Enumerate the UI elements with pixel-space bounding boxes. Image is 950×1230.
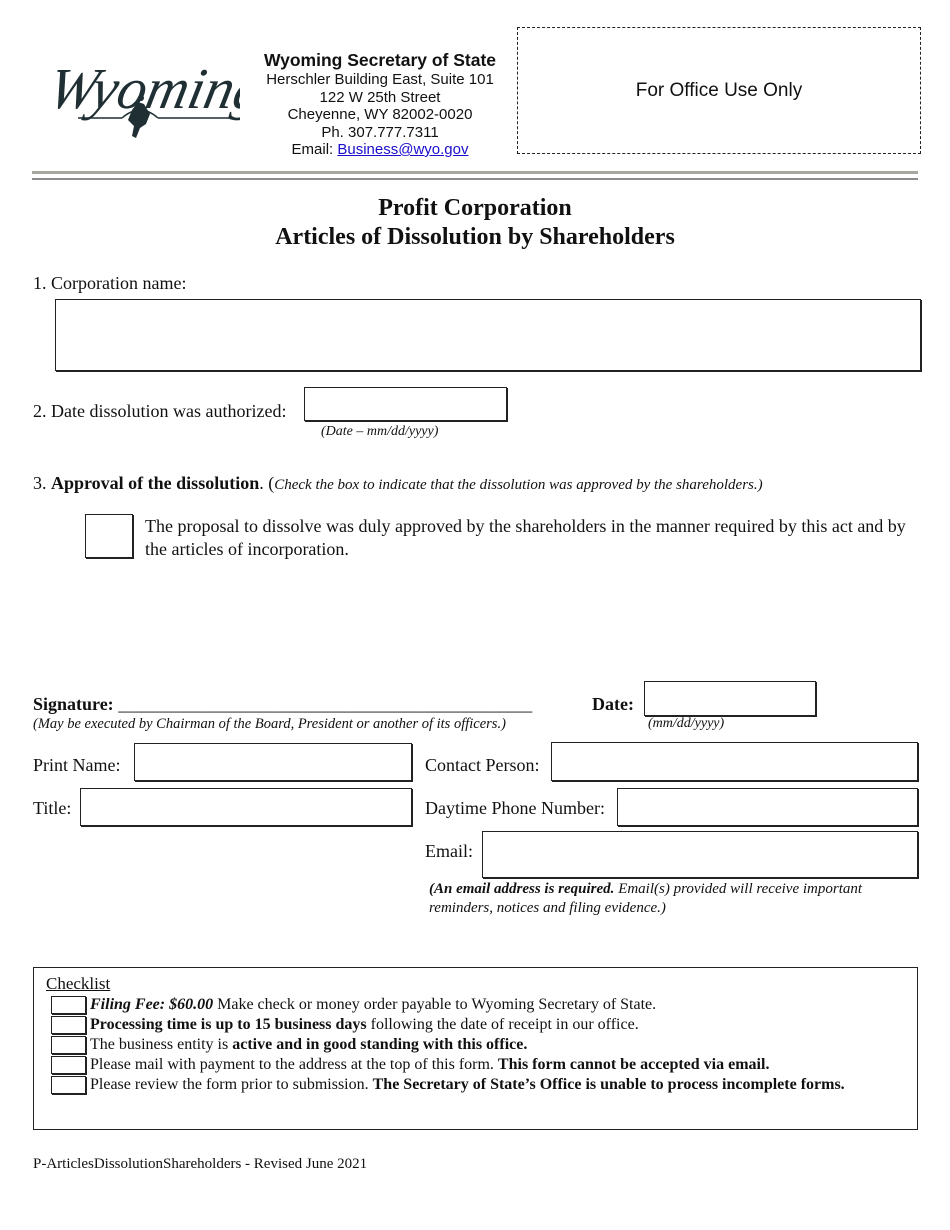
email-note: (An email address is required. Email(s) … [429, 880, 909, 918]
corporation-name-label: 1. Corporation name: [33, 273, 187, 293]
approval-statement: The proposal to dissolve was duly approv… [145, 516, 906, 559]
approval-heading: 3. Approval of the dissolution. (Check t… [33, 473, 763, 494]
checklist-item: Please review the form prior to submissi… [51, 1075, 845, 1095]
form-title-line2: Articles of Dissolution by Shareholders [275, 224, 675, 250]
address-line-3: Cheyenne, WY 82002-0020 [287, 106, 473, 123]
form-revision-footer: P-ArticlesDissolutionShareholders - Revi… [33, 1156, 368, 1172]
checklist-title: Checklist [46, 974, 111, 993]
checklist-panel: Checklist Filing Fee: $60.00 Make check … [33, 967, 918, 1130]
checklist-checkbox[interactable] [51, 1056, 86, 1074]
email-label: Email: [291, 141, 338, 158]
email-line: Email: Business@wyo.gov [240, 141, 520, 159]
date-authorized-hint: (Date – mm/dd/yyyy) [321, 424, 439, 439]
date-authorized-label: 2. Date dissolution was authorized: [33, 401, 287, 421]
address-line-2: 122 W 25th Street [319, 88, 441, 106]
signature-row: Signature: _____________________________… [33, 694, 532, 715]
contact-person-field[interactable] [551, 742, 918, 781]
title-label: Title: [33, 798, 72, 818]
email-note-required: (An email address is required. [429, 881, 615, 897]
checklist-text: The business entity is [90, 1036, 233, 1053]
checklist-text: Please mail with payment to the address … [90, 1056, 498, 1073]
signature-hint: (May be executed by Chairman of the Boar… [33, 716, 506, 732]
checklist-emphasis: active and in good standing with this of… [232, 1036, 528, 1053]
contact-person-label: Contact Person: [425, 755, 540, 775]
checklist-emphasis: Filing Fee: $60.00 [90, 996, 214, 1013]
header-divider-secondary [32, 178, 918, 180]
daytime-phone-label: Daytime Phone Number: [425, 798, 605, 818]
signature-label: Signature: [33, 694, 114, 714]
checklist-checkbox[interactable] [51, 1076, 86, 1094]
checklist-item: Filing Fee: $60.00 Make check or money o… [51, 995, 656, 1015]
approval-checkbox[interactable] [85, 514, 133, 558]
daytime-phone-field[interactable] [617, 788, 918, 826]
header-divider [32, 171, 918, 174]
approval-title: Approval of the dissolution [51, 473, 260, 493]
checklist-item: The business entity is active and in goo… [51, 1035, 527, 1055]
phone-number: Ph. 307.777.7311 [321, 123, 439, 141]
checklist-checkbox[interactable] [51, 1036, 86, 1054]
title-field[interactable] [80, 788, 412, 826]
checklist-emphasis: This form cannot be accepted via email. [497, 1056, 770, 1073]
print-name-label: Print Name: [33, 755, 121, 775]
approval-punct: . ( [259, 473, 275, 493]
org-address-block: Wyoming Secretary of State Herschler Bui… [240, 50, 520, 159]
checklist-emphasis: The Secretary of State’s Office is unabl… [372, 1076, 845, 1093]
form-title-line1: Profit Corporation [378, 195, 572, 221]
corporation-name-field[interactable] [55, 299, 921, 371]
email-field[interactable] [482, 831, 918, 878]
checklist-checkbox[interactable] [51, 1016, 86, 1034]
wyoming-logo: Wyoming [40, 40, 270, 155]
address-line-1: Herschler Building East, Suite 101 [266, 71, 494, 88]
signature-date-field[interactable] [644, 681, 816, 716]
checklist-text: Please review the form prior to submissi… [90, 1076, 373, 1093]
signature-line[interactable]: ________________________________________… [118, 694, 532, 714]
checklist-item: Processing time is up to 15 business day… [51, 1015, 639, 1035]
approval-hint: Check the box to indicate that the disso… [274, 477, 763, 493]
date-label: Date: [592, 694, 634, 714]
bucking-horse-logo-icon: Wyoming [43, 57, 270, 138]
office-use-label: For Office Use Only [635, 79, 803, 101]
email-link[interactable]: Business@wyo.gov [337, 141, 468, 158]
checklist-text: Make check or money order payable to Wyo… [213, 996, 657, 1013]
date-authorized-field[interactable] [304, 387, 507, 421]
office-use-box: For Office Use Only [517, 27, 921, 154]
checklist-item: Please mail with payment to the address … [51, 1055, 769, 1075]
email-label: Email: [425, 841, 473, 861]
print-name-field[interactable] [134, 743, 412, 781]
checklist-text: following the date of receipt in our off… [366, 1016, 639, 1033]
signature-date-hint: (mm/dd/yyyy) [648, 716, 725, 731]
checklist-checkbox[interactable] [51, 996, 86, 1014]
org-name: Wyoming Secretary of State [263, 50, 497, 70]
approval-number: 3. [33, 473, 51, 493]
checklist-emphasis: Processing time is up to 15 business day… [90, 1016, 367, 1033]
